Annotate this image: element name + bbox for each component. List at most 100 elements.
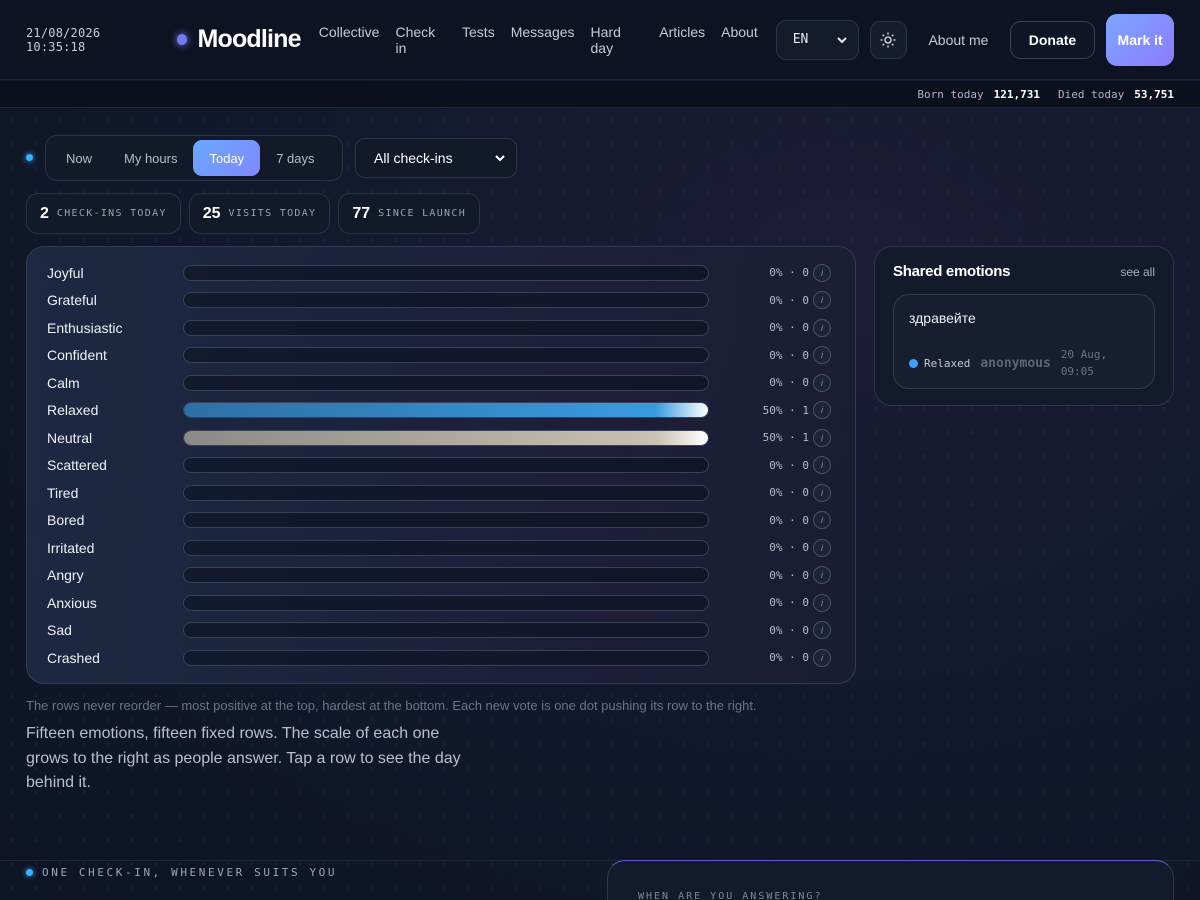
chevron-down-icon	[837, 36, 847, 43]
emotion-name: Irritated	[47, 539, 95, 556]
emotion-row-anxious[interactable]: Anxious 0% · 0 i	[47, 589, 835, 617]
theme-toggle-button[interactable]	[869, 20, 908, 59]
emotion-percent-count: 50% · 1	[762, 403, 809, 417]
emotion-bar-track	[183, 347, 709, 364]
info-icon[interactable]: i	[813, 401, 831, 420]
emotion-row-sad[interactable]: Sad 0% · 0 i	[47, 617, 835, 645]
shared-emotion-item[interactable]: здравейте Relaxed anonymous 20 Aug, 09:0…	[893, 294, 1155, 389]
answer-time-card: WHEN ARE YOU ANSWERING?	[607, 860, 1174, 900]
emotion-name: Confident	[47, 347, 107, 364]
shared-emotion-author: anonymous	[980, 355, 1051, 371]
mark-it-button[interactable]: Mark it	[1106, 13, 1175, 66]
emotion-bar-track	[183, 539, 709, 556]
info-icon[interactable]: i	[813, 291, 831, 310]
emotion-bar-track	[183, 457, 709, 474]
emotion-row-irritated[interactable]: Irritated 0% · 0 i	[47, 534, 835, 562]
emotion-row-enthusiastic[interactable]: Enthusiastic 0% · 0 i	[47, 314, 835, 342]
emotion-row-angry[interactable]: Angry 0% · 0 i	[47, 562, 835, 590]
emotion-scale-card: Joyful 0% · 0 i Grateful 0% · 0 i Enthusiastic…	[26, 246, 856, 684]
info-icon[interactable]: i	[813, 318, 831, 337]
counter-label: CHECK-INS TODAY	[56, 208, 167, 219]
emotion-percent-count: 0% · 0	[769, 486, 809, 500]
range-my-hours[interactable]: My hours	[108, 140, 193, 176]
shared-emotions-panel: Shared emotions see all здравейте Relaxe…	[874, 246, 1174, 406]
nav-hard-day[interactable]: Hard day	[591, 24, 644, 56]
emotion-name: Calm	[47, 374, 80, 391]
language-select[interactable]: EN	[775, 19, 859, 60]
info-icon[interactable]: i	[813, 648, 831, 667]
info-icon[interactable]: i	[813, 373, 831, 392]
emotion-row-scattered[interactable]: Scattered 0% · 0 i	[47, 452, 835, 480]
info-icon[interactable]: i	[813, 621, 831, 640]
emotion-row-calm[interactable]: Calm 0% · 0 i	[47, 369, 835, 397]
emotion-name: Joyful	[47, 264, 84, 281]
checkin-filter-select[interactable]: All check-ins	[355, 138, 517, 178]
emotion-row-confident[interactable]: Confident 0% · 0 i	[47, 342, 835, 370]
emotion-row-bored[interactable]: Bored 0% · 0 i	[47, 507, 835, 535]
see-all-link[interactable]: see all	[1120, 265, 1155, 279]
nav-check-in[interactable]: Check in	[395, 24, 446, 56]
info-icon[interactable]: i	[813, 263, 831, 282]
nav-about[interactable]: About	[721, 24, 758, 56]
emotion-bar-track	[183, 594, 709, 611]
emotion-bar-track	[183, 429, 709, 446]
nav-tests[interactable]: Tests	[462, 24, 495, 56]
top-navigation-bar: 21/08/2026 10:35:18 Moodline Collective …	[0, 0, 1200, 80]
brand-logo[interactable]: Moodline	[197, 25, 301, 54]
emotion-bar-track	[183, 622, 709, 639]
donate-button[interactable]: Donate	[1009, 20, 1096, 59]
emotion-percent-count: 0% · 0	[769, 541, 809, 555]
counter-label: SINCE LAUNCH	[378, 208, 467, 219]
info-icon[interactable]: i	[813, 483, 831, 502]
main-nav: Collective Check in Tests Messages Hard …	[319, 24, 774, 56]
emotion-percent-count: 0% · 0	[769, 376, 809, 390]
about-me-link[interactable]: About me	[919, 32, 998, 48]
info-icon[interactable]: i	[813, 538, 831, 557]
info-icon[interactable]: i	[813, 566, 831, 585]
died-today-label: Died today	[1058, 87, 1125, 101]
nav-articles[interactable]: Articles	[659, 24, 705, 56]
nav-messages[interactable]: Messages	[511, 24, 575, 56]
counter-checkins-today: 2 CHECK-INS TODAY	[26, 193, 181, 234]
emotion-row-grateful[interactable]: Grateful 0% · 0 i	[47, 287, 835, 315]
info-icon[interactable]: i	[813, 428, 831, 447]
checkin-section-label: ONE CHECK-IN, WHENEVER SUITS YOU	[26, 866, 337, 879]
emotion-name: Neutral	[47, 429, 93, 446]
emotion-row-tired[interactable]: Tired 0% · 0 i	[47, 479, 835, 507]
born-today-label: Born today	[917, 87, 984, 101]
emotion-percent-count: 0% · 0	[769, 293, 809, 307]
nav-collective[interactable]: Collective	[319, 24, 380, 56]
emotion-bar-track	[183, 649, 709, 666]
emotion-percent-count: 0% · 0	[769, 651, 809, 665]
info-icon[interactable]: i	[813, 346, 831, 365]
counter-value: 77	[352, 204, 371, 222]
language-value: EN	[792, 32, 809, 47]
range-today[interactable]: Today	[193, 140, 261, 176]
info-icon[interactable]: i	[813, 456, 831, 475]
range-now[interactable]: Now	[50, 140, 108, 176]
emotion-row-crashed[interactable]: Crashed 0% · 0 i	[47, 644, 835, 672]
emotion-percent-count: 0% · 0	[769, 623, 809, 637]
emotion-name: Relaxed	[47, 402, 99, 419]
section-dot-icon	[26, 869, 33, 876]
range-7-days[interactable]: 7 days	[260, 140, 330, 176]
emotion-row-neutral[interactable]: Neutral 50% · 1 i	[47, 424, 835, 452]
emotion-bar-fill	[184, 430, 708, 445]
info-icon[interactable]: i	[813, 511, 831, 530]
clock: 21/08/2026 10:35:18	[26, 25, 101, 54]
died-today-value: 53,751	[1134, 87, 1174, 101]
counter-label: VISITS TODAY	[228, 208, 317, 219]
shared-emotion-text: здравейте	[909, 310, 976, 326]
world-stats-strip: Born today 121,731 Died today 53,751	[0, 81, 1200, 108]
emotion-row-joyful[interactable]: Joyful 0% · 0 i	[47, 259, 835, 287]
emotion-name: Bored	[47, 512, 85, 529]
emotion-percent-count: 0% · 0	[769, 348, 809, 362]
shared-emotion-meta: Relaxed anonymous 20 Aug, 09:05	[909, 346, 1139, 380]
emotion-row-relaxed[interactable]: Relaxed 50% · 1 i	[47, 397, 835, 425]
emotion-bar-track	[183, 512, 709, 529]
emotion-bar-track	[183, 264, 709, 281]
info-icon[interactable]: i	[813, 593, 831, 612]
intro-text: Fifteen emotions, fifteen fixed rows. Th…	[26, 725, 461, 791]
emotion-bar-fill	[184, 403, 708, 418]
checkin-section-title: ONE CHECK-IN, WHENEVER SUITS YOU	[42, 866, 338, 879]
